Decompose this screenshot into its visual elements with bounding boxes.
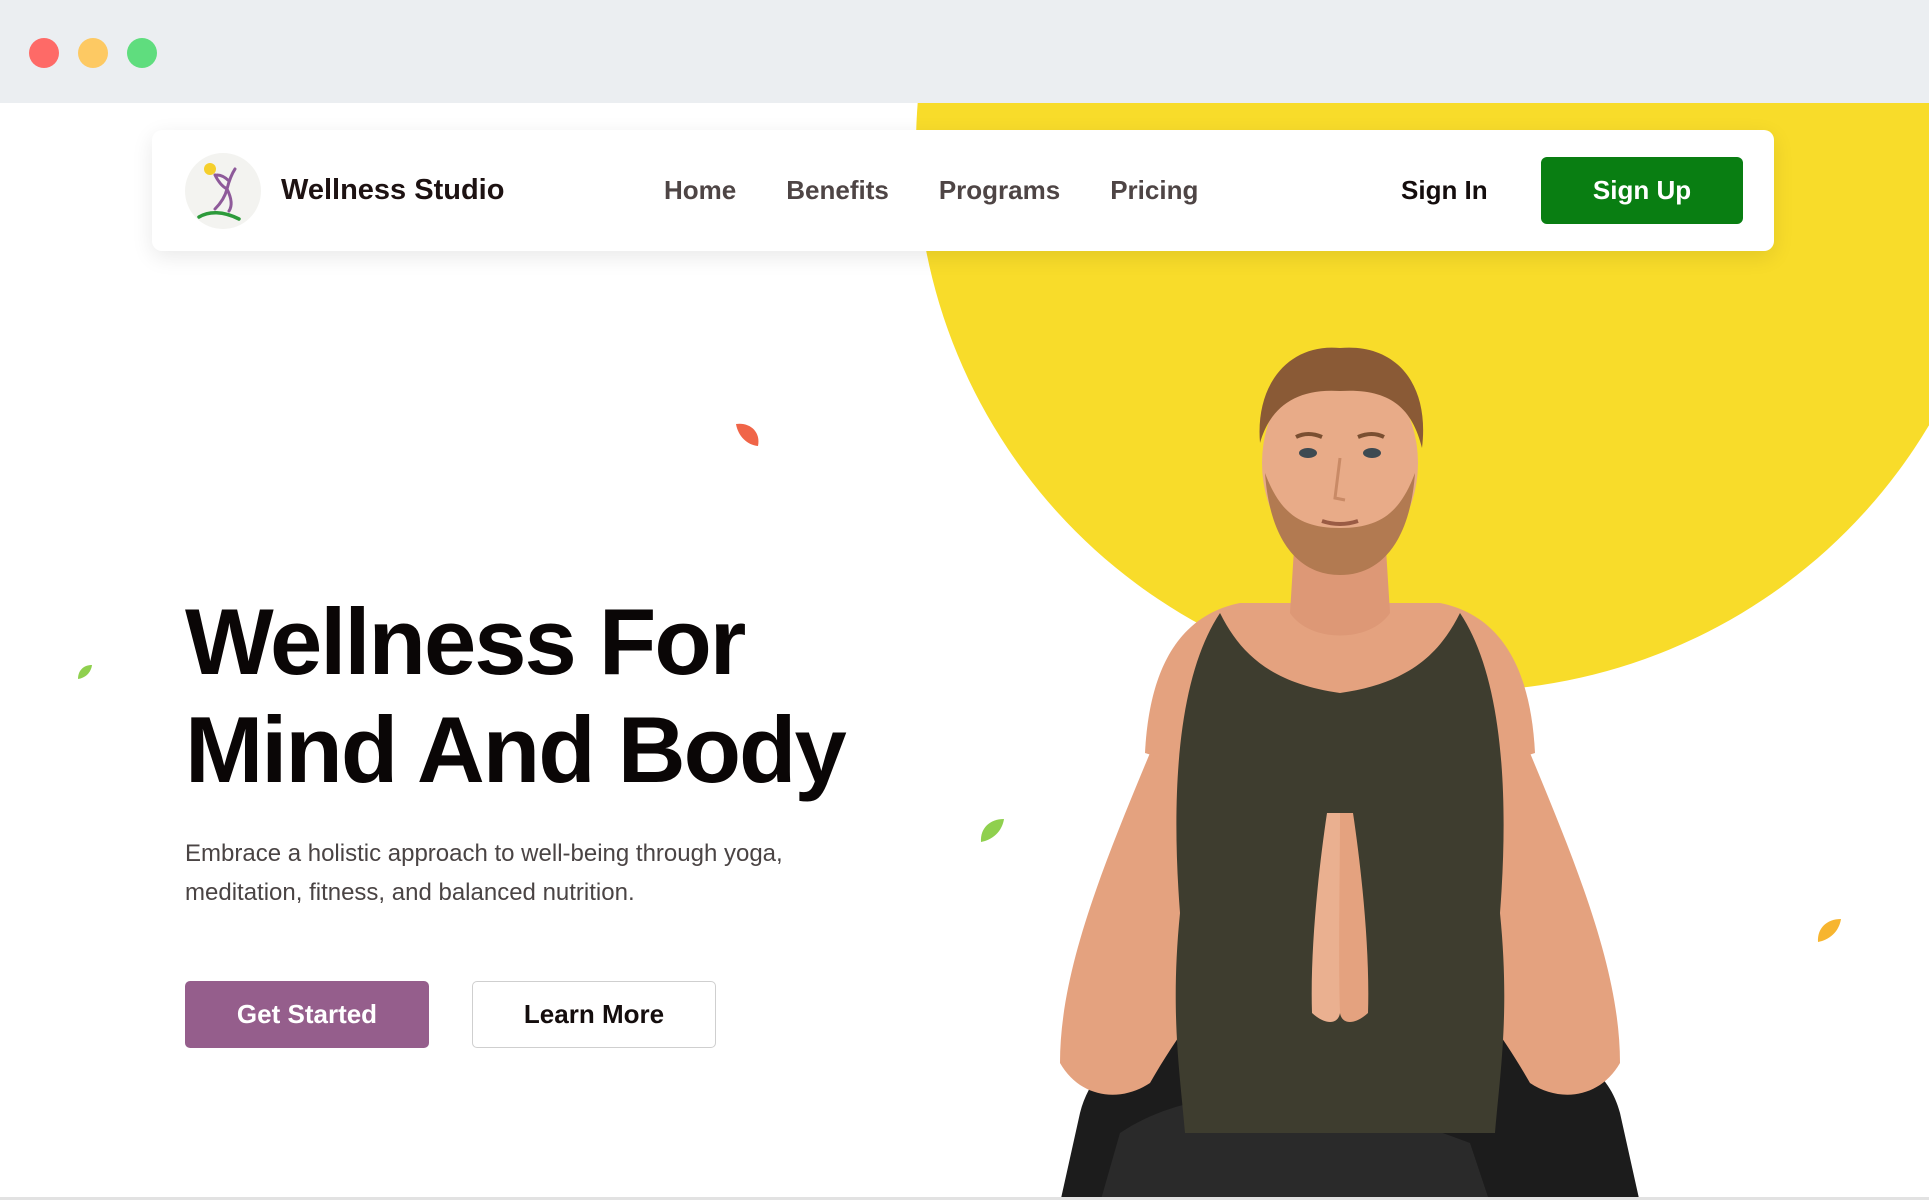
learn-more-button[interactable]: Learn More xyxy=(472,981,716,1048)
brand-logo[interactable] xyxy=(185,153,261,229)
sign-in-link[interactable]: Sign In xyxy=(1401,175,1488,206)
orange-leaf-icon xyxy=(1817,919,1841,942)
meditating-man-image xyxy=(1060,347,1640,1200)
green-leaf-icon xyxy=(78,665,92,679)
window-titlebar xyxy=(0,0,1929,103)
nav-link-home[interactable]: Home xyxy=(664,175,736,206)
close-window-button[interactable] xyxy=(29,38,59,68)
minimize-window-button[interactable] xyxy=(78,38,108,68)
nav-links: Home Benefits Programs Pricing xyxy=(664,175,1198,206)
hero-title: Wellness For Mind And Body xyxy=(185,588,847,804)
hero-title-line-1: Wellness For xyxy=(185,589,746,694)
hero-subtitle: Embrace a holistic approach to well-bein… xyxy=(185,840,783,906)
maximize-window-button[interactable] xyxy=(127,38,157,68)
red-leaf-icon xyxy=(736,423,759,446)
brand-name[interactable]: Wellness Studio xyxy=(281,174,504,207)
nav-link-programs[interactable]: Programs xyxy=(939,175,1060,206)
nav-link-pricing[interactable]: Pricing xyxy=(1110,175,1198,206)
top-navbar: Wellness Studio Home Benefits Programs P… xyxy=(152,130,1774,251)
nav-link-benefits[interactable]: Benefits xyxy=(786,175,889,206)
dancing-figure-logo-icon xyxy=(197,163,241,221)
landing-page: Wellness Studio Home Benefits Programs P… xyxy=(0,103,1929,1200)
hero-title-line-2: Mind And Body xyxy=(185,697,847,802)
green-leaf-icon xyxy=(980,819,1004,842)
get-started-button[interactable]: Get Started xyxy=(185,981,429,1048)
sign-up-button[interactable]: Sign Up xyxy=(1541,157,1743,224)
